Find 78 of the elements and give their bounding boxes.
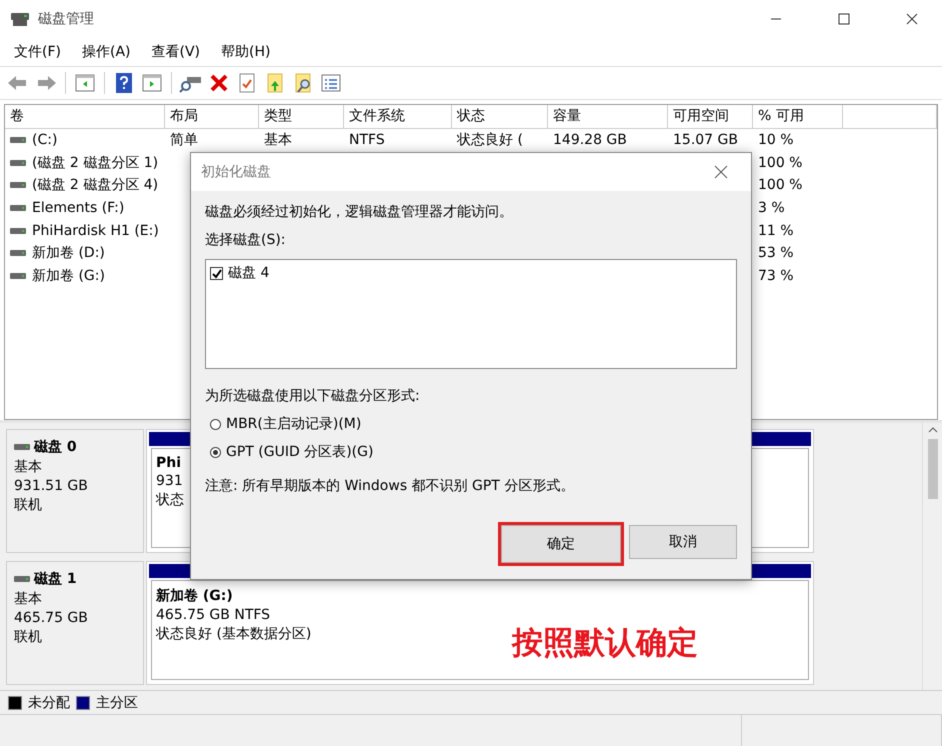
table-cell: 11 % xyxy=(758,222,794,239)
table-cell: 100 % xyxy=(758,177,802,194)
close-icon xyxy=(906,13,918,25)
menu-item[interactable]: 查看(V) xyxy=(144,41,208,63)
table-cell: (C:) xyxy=(32,132,58,148)
disk-checkbox[interactable]: 磁盘 4 xyxy=(210,264,732,282)
column-header[interactable]: 类型 xyxy=(259,105,344,129)
checkmark-icon xyxy=(211,268,222,278)
disk-size: 931.51 GB xyxy=(14,478,89,494)
table-cell: 149.28 GB xyxy=(553,132,627,148)
disk-size: 465.75 GB xyxy=(14,610,89,626)
menu-item[interactable]: 文件(F) xyxy=(6,41,69,63)
column-header[interactable]: 状态 xyxy=(452,105,548,129)
table-cell: Elements (F:) xyxy=(32,200,124,216)
legend-label: 未分配 xyxy=(28,694,70,712)
column-header[interactable]: 容量 xyxy=(548,105,668,129)
table-cell: PhiHardisk H1 (E:) xyxy=(32,222,159,239)
drive-icon xyxy=(10,181,26,190)
column-header[interactable]: % 可用 xyxy=(753,105,843,129)
table-cell: 新加卷 (D:) xyxy=(32,244,105,262)
table-cell: 简单 xyxy=(170,131,198,150)
disk-status: 联机 xyxy=(14,496,43,514)
table-cell: 73 % xyxy=(758,268,794,284)
drive-icon xyxy=(10,136,26,144)
disk-label-panel[interactable]: 磁盘 1 基本 465.75 GB 联机 xyxy=(6,561,144,685)
disk-name: 磁盘 1 xyxy=(14,570,136,588)
partition-text: 新加卷 (G:) xyxy=(156,587,233,605)
dialog-message: 磁盘必须经过初始化，逻辑磁盘管理器才能访问。 xyxy=(205,203,514,221)
style-label: 为所选磁盘使用以下磁盘分区形式: xyxy=(205,387,421,405)
table-cell: 10 % xyxy=(758,132,794,148)
legend-label: 主分区 xyxy=(96,694,138,712)
drive-icon xyxy=(10,226,26,235)
drive-icon xyxy=(10,204,26,212)
table-cell: (磁盘 2 磁盘分区 4) xyxy=(32,176,158,194)
scroll-up-icon[interactable] xyxy=(928,427,938,433)
table-cell: 新加卷 (G:) xyxy=(32,266,105,285)
column-header[interactable]: 布局 xyxy=(165,105,259,129)
disk-name: 磁盘 0 xyxy=(14,438,136,456)
window-title: 磁盘管理 xyxy=(38,10,95,28)
scroll-thumb[interactable] xyxy=(928,439,938,499)
column-header[interactable]: 卷 xyxy=(5,105,165,129)
app-icon xyxy=(10,11,30,27)
note-text: 注意: 所有早期版本的 Windows 都不识别 GPT 分区形式。 xyxy=(205,477,576,495)
disk-status: 联机 xyxy=(14,628,43,646)
table-cell: 3 % xyxy=(758,200,785,216)
table-cell: 基本 xyxy=(264,131,292,150)
partition-text: 465.75 GB NTFS xyxy=(156,607,270,623)
menu-item[interactable]: 操作(A) xyxy=(74,41,138,63)
maximize-icon xyxy=(838,13,850,25)
close-icon xyxy=(714,165,728,179)
ok-button[interactable]: 确定 xyxy=(501,525,621,563)
table-cell: 100 % xyxy=(758,154,802,171)
partition-text: 931 xyxy=(156,473,183,489)
menu-item[interactable]: 帮助(H) xyxy=(213,41,278,63)
dialog-title: 初始化磁盘 xyxy=(201,163,271,181)
drive-icon xyxy=(10,249,26,258)
annotation-text: 按照默认确定 xyxy=(512,624,698,663)
partition-text: 状态 xyxy=(156,491,184,509)
partition-style-radio[interactable]: GPT (GUID 分区表)(G) xyxy=(205,443,737,461)
drive-icon xyxy=(10,158,26,167)
column-header[interactable]: 可用空间 xyxy=(668,105,753,129)
disk-type: 基本 xyxy=(14,458,43,476)
column-header[interactable]: 文件系统 xyxy=(344,105,452,129)
table-cell: 15.07 GB xyxy=(673,132,738,148)
table-cell: NTFS xyxy=(349,132,385,148)
partition-style-radio[interactable]: MBR(主启动记录)(M) xyxy=(205,415,737,433)
drive-icon xyxy=(10,272,26,280)
drive-icon xyxy=(14,443,30,451)
table-cell: 状态良好 ( xyxy=(457,131,523,150)
partition-text: Phi xyxy=(156,455,182,471)
table-cell: 53 % xyxy=(758,245,794,262)
drive-icon xyxy=(14,575,30,583)
list-label: 选择磁盘(S): xyxy=(205,231,287,249)
cancel-button[interactable]: 取消 xyxy=(629,525,737,559)
partition-text: 状态良好 (基本数据分区) xyxy=(156,625,312,643)
disk-label-panel[interactable]: 磁盘 0 基本 931.51 GB 联机 xyxy=(6,429,144,553)
table-cell: (磁盘 2 磁盘分区 1) xyxy=(32,154,158,172)
disk-type: 基本 xyxy=(14,590,43,608)
